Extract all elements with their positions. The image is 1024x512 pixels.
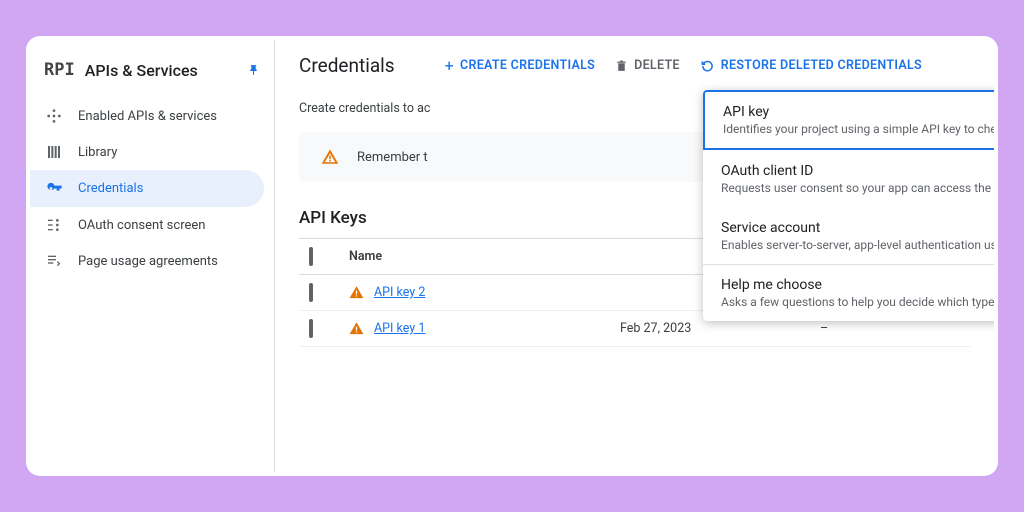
dropdown-item-desc: Requests user consent so your app can ac… xyxy=(721,181,994,195)
sidebar-item-page-usage[interactable]: Page usage agreements xyxy=(30,243,274,279)
delete-button[interactable]: DELETE xyxy=(615,58,680,73)
consent-icon xyxy=(46,217,64,233)
sidebar-item-credentials[interactable]: Credentials xyxy=(30,170,264,207)
dropdown-item-help-me-choose[interactable]: Help me choose Asks a few questions to h… xyxy=(703,264,994,321)
select-all-checkbox[interactable] xyxy=(309,247,313,266)
dropdown-item-service-account[interactable]: Service account Enables server-to-server… xyxy=(703,207,994,264)
create-credentials-dropdown: API key Identifies your project using a … xyxy=(703,90,994,321)
dropdown-item-api-key[interactable]: API key Identifies your project using a … xyxy=(703,90,994,150)
plus-icon: + xyxy=(445,56,454,75)
dropdown-item-title: Service account xyxy=(721,220,994,236)
sidebar-item-label: OAuth consent screen xyxy=(78,218,205,233)
date-cell: Feb 27, 2023 xyxy=(620,321,820,336)
sidebar-item-label: Credentials xyxy=(78,181,143,196)
dashboard-icon xyxy=(46,108,64,124)
dropdown-item-desc: Asks a few questions to help you decide … xyxy=(721,295,994,309)
agreements-icon xyxy=(46,253,64,269)
page-title: Credentials xyxy=(299,54,395,77)
button-label: DELETE xyxy=(634,58,680,73)
main-content: Credentials + CREATE CREDENTIALS DELETE … xyxy=(275,40,994,472)
sidebar-title: APIs & Services xyxy=(85,61,247,80)
dropdown-item-title: Help me choose xyxy=(721,277,994,293)
dropdown-item-oauth-client-id[interactable]: OAuth client ID Requests user consent so… xyxy=(703,150,994,207)
api-logo: RPI xyxy=(44,60,75,80)
dropdown-item-desc: Identifies your project using a simple A… xyxy=(723,122,994,136)
toolbar: Credentials + CREATE CREDENTIALS DELETE … xyxy=(299,54,970,77)
restrictions-cell: – xyxy=(820,321,970,336)
dropdown-item-title: API key xyxy=(723,104,994,120)
dropdown-item-title: OAuth client ID xyxy=(721,163,994,179)
row-checkbox[interactable] xyxy=(309,283,313,302)
sidebar-item-oauth-consent[interactable]: OAuth consent screen xyxy=(30,207,274,243)
row-checkbox[interactable] xyxy=(309,319,313,338)
button-label: RESTORE DELETED CREDENTIALS xyxy=(721,58,922,73)
sidebar-item-label: Enabled APIs & services xyxy=(78,109,217,124)
trash-icon xyxy=(615,59,628,73)
sidebar-item-label: Library xyxy=(78,145,117,160)
sidebar-header: RPI APIs & Services xyxy=(30,52,274,98)
sidebar: RPI APIs & Services Enabled APIs & servi… xyxy=(30,40,275,472)
app-window: RPI APIs & Services Enabled APIs & servi… xyxy=(30,40,994,472)
sidebar-item-library[interactable]: Library xyxy=(30,134,274,170)
library-icon xyxy=(46,144,64,160)
pin-icon[interactable] xyxy=(247,63,260,78)
create-credentials-button[interactable]: + CREATE CREDENTIALS xyxy=(445,56,596,75)
restore-icon xyxy=(700,59,715,73)
warning-icon xyxy=(349,285,364,300)
warning-icon xyxy=(349,321,364,336)
column-header-name[interactable]: Name xyxy=(349,249,620,264)
dropdown-item-desc: Enables server-to-server, app-level auth… xyxy=(721,238,994,252)
key-icon xyxy=(46,180,64,197)
sidebar-item-label: Page usage agreements xyxy=(78,254,218,269)
restore-button[interactable]: RESTORE DELETED CREDENTIALS xyxy=(700,58,922,73)
warning-icon xyxy=(321,148,339,166)
banner-text: Remember t xyxy=(357,150,428,165)
button-label: CREATE CREDENTIALS xyxy=(460,58,595,73)
api-key-link[interactable]: API key 1 xyxy=(374,321,425,336)
api-key-link[interactable]: API key 2 xyxy=(374,285,425,300)
sidebar-item-enabled-apis[interactable]: Enabled APIs & services xyxy=(30,98,274,134)
